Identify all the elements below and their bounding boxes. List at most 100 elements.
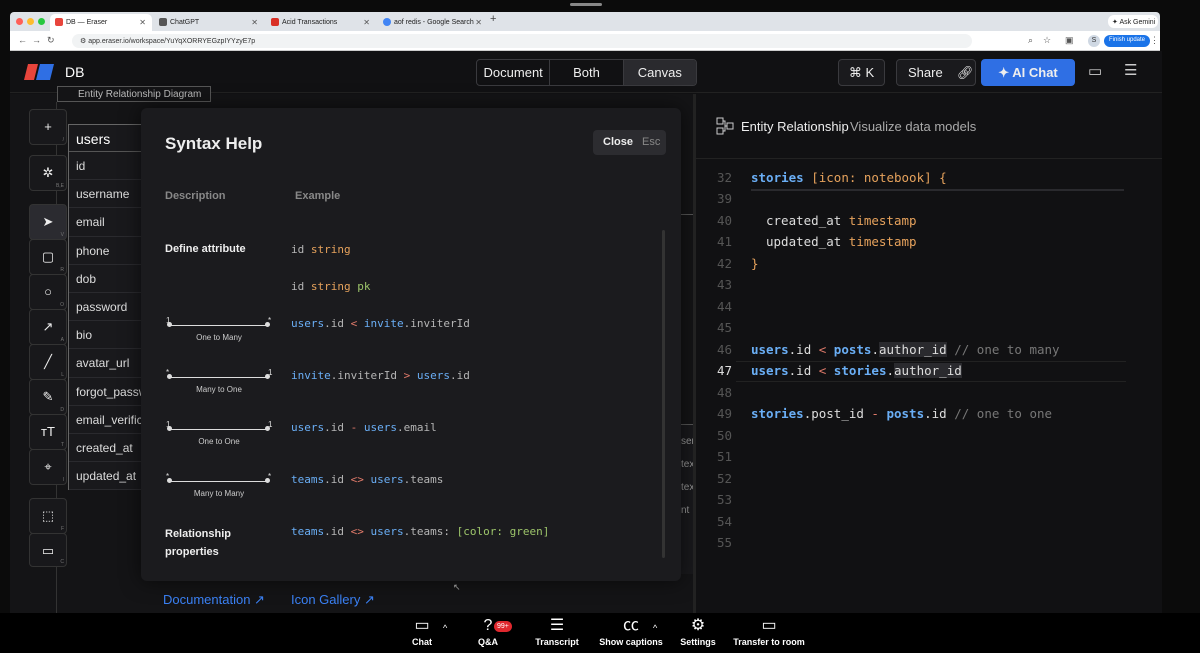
relation-line [168, 377, 268, 378]
document-title[interactable]: DB [65, 64, 84, 80]
tab-canvas[interactable]: Canvas [623, 60, 696, 85]
ai-chat-button[interactable]: ✦ AI Chat [981, 59, 1075, 86]
icon-gallery-link[interactable]: Icon Gallery ↗ [291, 592, 375, 608]
icon-tool-button[interactable]: ⌖ I [29, 449, 67, 485]
ask-gemini-label: Ask Gemini [1119, 19, 1156, 26]
chat-options-chevron-icon[interactable]: ^ [443, 623, 447, 633]
documentation-link[interactable]: Documentation ↗ [163, 592, 265, 608]
arrow-tool-button[interactable]: ↗ A [29, 309, 67, 345]
close-tab-icon[interactable]: ✕ [363, 18, 370, 27]
browser-tab-google[interactable]: aof redis - Google Search ✕ [378, 14, 488, 31]
browser-address-bar: ← → ↻ ⚙ app.eraser.io/workspace/YuYqXORR… [10, 31, 1160, 51]
qa-count-badge: 99+ [494, 621, 512, 632]
cast-icon: ▭ [761, 617, 777, 634]
tab-both[interactable]: Both [550, 60, 624, 85]
back-arrow-icon[interactable]: ← [18, 35, 27, 45]
close-tab-icon[interactable]: ✕ [251, 18, 258, 27]
shortcut-hint: A [60, 337, 64, 343]
comment-icon[interactable]: ▭ [1088, 62, 1102, 80]
close-tab-icon[interactable]: ✕ [475, 18, 482, 27]
shortcut-hint: / [62, 137, 64, 143]
extensions-icon[interactable]: ▣ [1065, 35, 1074, 46]
maximize-window-dot[interactable] [38, 18, 45, 25]
transfer-to-room-button[interactable]: ▭ Transfer to room [732, 615, 806, 647]
ai-chat-label: AI Chat [1012, 65, 1058, 80]
code-editor-panel: Entity Relationship Visualize data model… [696, 94, 1162, 613]
relation-line [168, 481, 268, 482]
tab-document[interactable]: Document [477, 60, 551, 85]
line-number: 46 [716, 342, 732, 357]
relationship-properties-label: Relationship properties [165, 528, 232, 558]
example-attribute: id string [291, 243, 351, 256]
draw-tool-button[interactable]: ✎ D [29, 379, 67, 415]
bookmark-star-icon[interactable]: ☆ [1043, 35, 1051, 46]
add-tool-button[interactable]: + / [29, 109, 67, 145]
browser-menu-icon[interactable]: ⋮ [1150, 35, 1159, 46]
command-palette-button[interactable]: ⌘ K [838, 59, 885, 86]
syntax-help-modal: Syntax Help Close Esc Description Exampl… [141, 108, 681, 581]
erd-title-frame[interactable]: Entity Relationship Diagram [57, 86, 211, 102]
example-column-header: Example [295, 190, 341, 202]
diagram-type-title[interactable]: Entity Relationship [741, 119, 849, 134]
browser-tab-acid[interactable]: Acid Transactions ✕ [266, 14, 376, 31]
document-panel-icon[interactable]: ☰ [1124, 61, 1137, 79]
line-number: 32 [716, 170, 732, 185]
transfer-label: Transfer to room [733, 637, 805, 647]
example-attribute-pk: id string pk [291, 280, 371, 293]
acid-favicon-icon [271, 18, 279, 26]
frame-icon: ⬚ [41, 508, 55, 523]
relation-line [168, 325, 268, 326]
pointer-icon: ➤ [42, 214, 54, 229]
line-number: 45 [716, 320, 732, 335]
line-number-active: 47 [716, 363, 732, 378]
reload-icon[interactable]: ↻ [47, 35, 55, 46]
partial-field: tex [681, 459, 695, 470]
close-window-dot[interactable] [16, 18, 23, 25]
share-button[interactable]: Share 🔗︎ [896, 59, 976, 86]
code-line: stories [icon: notebook] { [751, 170, 947, 185]
zoom-icon[interactable]: ⌕ [1028, 35, 1033, 46]
line-end [265, 426, 270, 431]
settings-button[interactable]: ⚙ Settings [678, 615, 718, 647]
partial-field: tex [681, 482, 695, 493]
panel-splitter[interactable] [693, 94, 696, 613]
transcript-button[interactable]: ☰ Transcript [530, 615, 584, 647]
minimize-window-dot[interactable] [27, 18, 34, 25]
line-number: 41 [716, 234, 732, 249]
forward-arrow-icon[interactable]: → [32, 35, 41, 45]
url-field[interactable]: ⚙ app.eraser.io/workspace/YuYqXORRYEGzpI… [72, 34, 972, 48]
line-tool-button[interactable]: ╱ L [29, 344, 67, 380]
partial-field: sen [681, 436, 698, 447]
new-tab-button[interactable]: + [490, 13, 496, 25]
ellipse-tool-button[interactable]: ○ O [29, 274, 67, 310]
site-info-icon[interactable]: ⚙ [80, 38, 88, 45]
shapes-icon: ⌖ [44, 459, 52, 474]
finish-update-button[interactable]: Finish update [1104, 35, 1151, 47]
browser-tab-chatgpt[interactable]: ChatGPT ✕ [154, 14, 264, 31]
window-grab-handle[interactable] [570, 3, 602, 6]
ai-diagram-tool-button[interactable]: ✲ B,E [29, 155, 67, 191]
code-line: created_at timestamp [766, 213, 917, 228]
rectangle-tool-button[interactable]: ▢ R [29, 239, 67, 275]
close-label: Close [603, 136, 633, 148]
example-many-to-many: teams.id <> users.teams [291, 473, 444, 486]
modal-scrollbar[interactable] [662, 230, 665, 558]
comment-tool-button[interactable]: ▭ C [29, 533, 67, 567]
code-area[interactable]: 32 stories [icon: notebook] { 39 40 crea… [696, 170, 1162, 610]
erd-type-icon [716, 117, 734, 140]
frame-tool-button[interactable]: ⬚ F [29, 498, 67, 534]
line-end [265, 478, 270, 483]
close-tab-icon[interactable]: ✕ [139, 18, 146, 27]
shortcut-hint: L [61, 372, 64, 378]
captions-options-chevron-icon[interactable]: ^ [653, 623, 657, 633]
close-button[interactable]: Close Esc [593, 130, 666, 155]
text-tool-button[interactable]: ᴛT T [29, 414, 67, 450]
shortcut-hint: O [60, 302, 64, 308]
select-tool-button[interactable]: ➤ V [29, 204, 67, 240]
browser-tab-eraser[interactable]: DB — Eraser ✕ [50, 14, 152, 31]
transcript-icon: ☰ [549, 617, 565, 634]
ask-gemini-button[interactable]: ✦ Ask Gemini [1108, 15, 1158, 28]
profile-avatar[interactable]: S [1088, 35, 1100, 47]
chat-button[interactable]: ▭ Chat [404, 615, 440, 647]
code-line: users.id < stories.author_id [751, 363, 962, 378]
